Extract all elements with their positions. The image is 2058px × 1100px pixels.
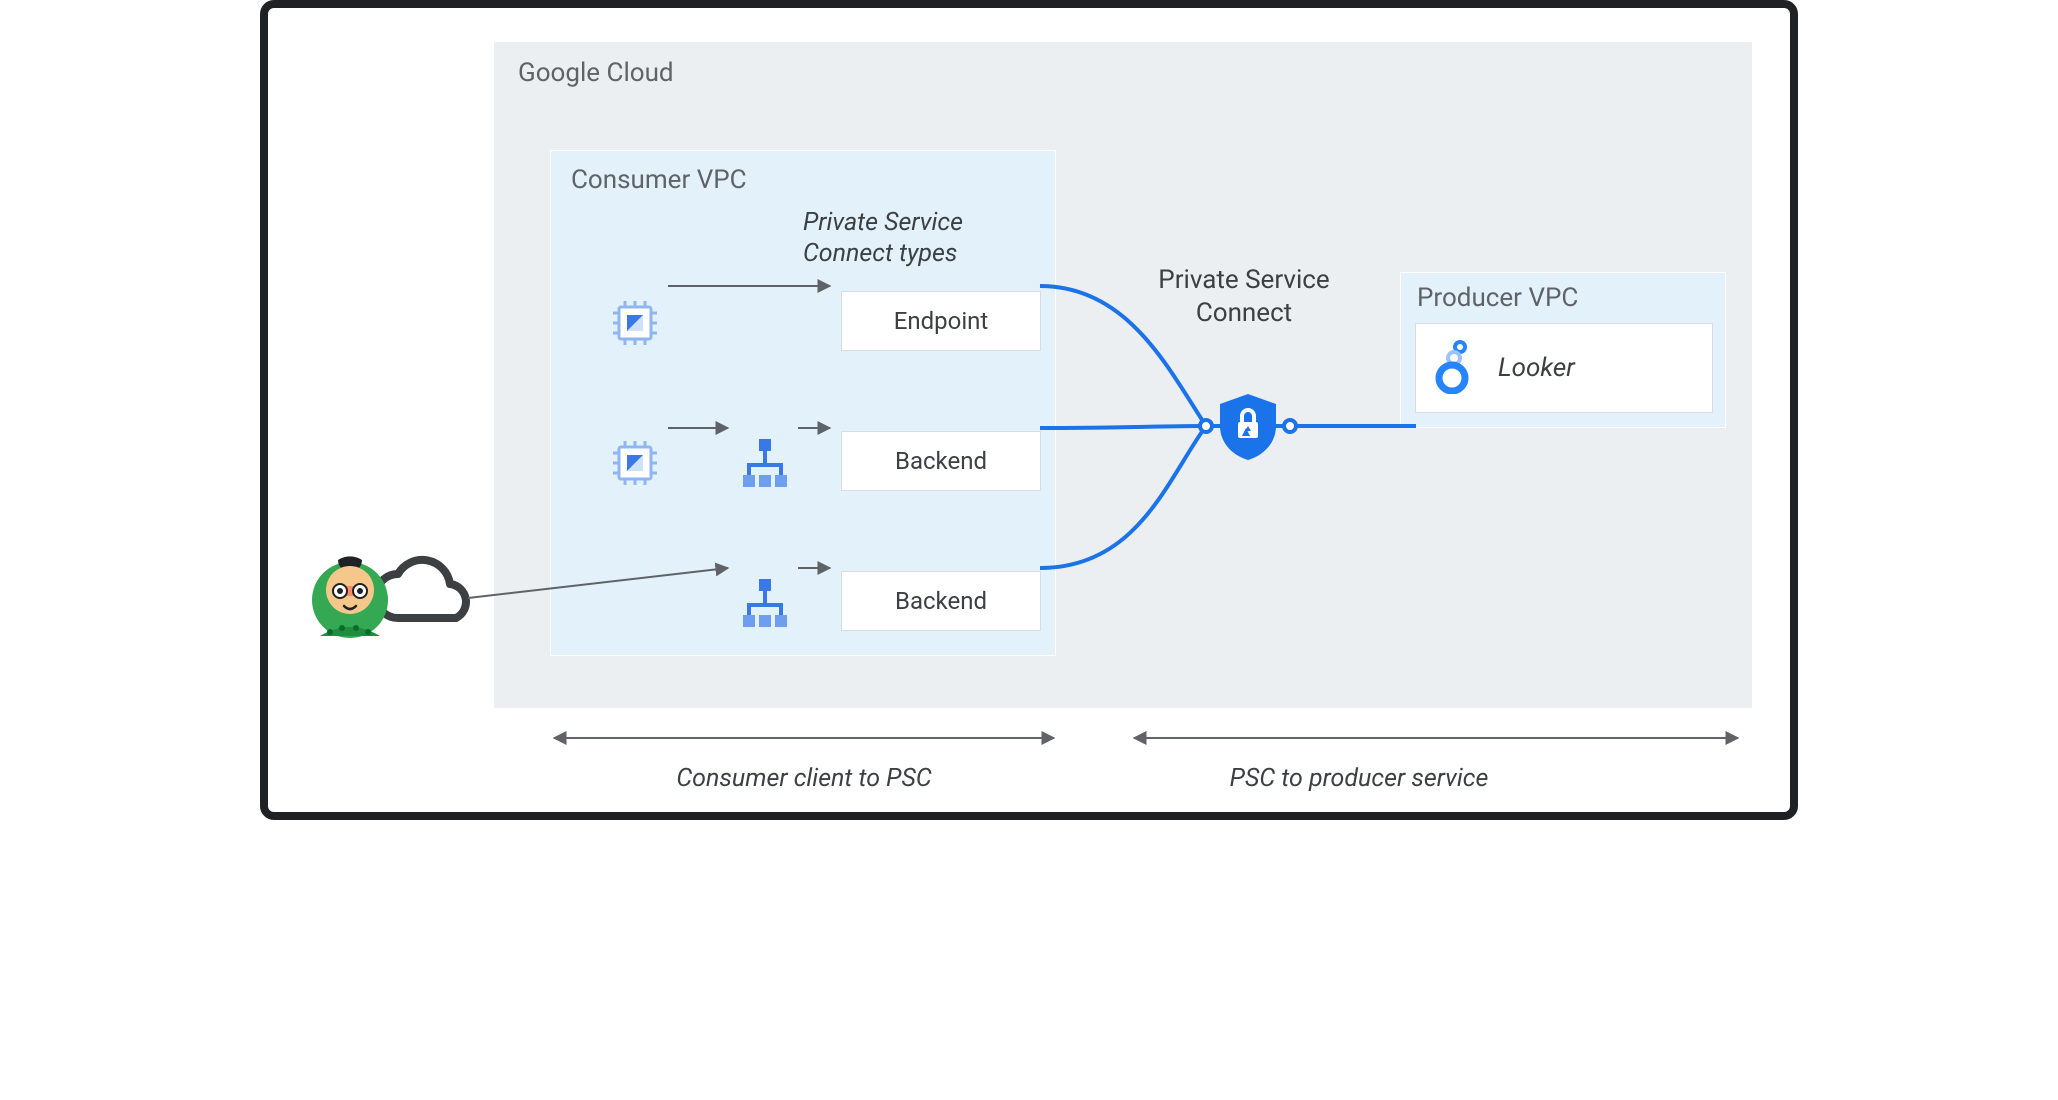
bottom-legend: Consumer client to PSC PSC to producer s…	[268, 726, 1790, 806]
looker-service-box: Looker	[1415, 323, 1713, 413]
load-balancer-icon	[737, 575, 793, 635]
google-cloud-label: Google Cloud	[518, 58, 674, 88]
psc-endpoint-label: Endpoint	[894, 307, 989, 335]
producer-vpc-panel: Producer VPC Looker	[1400, 272, 1726, 428]
psc-backend-box-1: Backend	[841, 431, 1041, 491]
legend-consumer-to-psc: Consumer client to PSC	[554, 764, 1054, 793]
consumer-vpc-panel: Consumer VPC Private Service Connect typ…	[550, 150, 1056, 656]
google-cloud-panel: Google Cloud Consumer VPC Private Servic…	[494, 42, 1752, 708]
psc-types-heading: Private Service Connect types	[803, 207, 1033, 270]
vm-chip-icon	[607, 435, 663, 495]
psc-title: Private Service Connect	[1134, 264, 1354, 329]
looker-label: Looker	[1498, 353, 1575, 383]
load-balancer-icon	[737, 435, 793, 495]
psc-backend-box-2: Backend	[841, 571, 1041, 631]
vm-chip-icon	[607, 295, 663, 355]
on-prem-user	[308, 548, 468, 648]
producer-vpc-label: Producer VPC	[1417, 283, 1578, 313]
psc-endpoint-box: Endpoint	[841, 291, 1041, 351]
looker-icon	[1432, 338, 1478, 398]
diagram-frame: Google Cloud Consumer VPC Private Servic…	[260, 0, 1798, 820]
consumer-vpc-label: Consumer VPC	[571, 165, 747, 195]
psc-backend-label-1: Backend	[895, 447, 987, 475]
legend-psc-to-producer: PSC to producer service	[1134, 764, 1584, 793]
psc-backend-label-2: Backend	[895, 587, 987, 615]
